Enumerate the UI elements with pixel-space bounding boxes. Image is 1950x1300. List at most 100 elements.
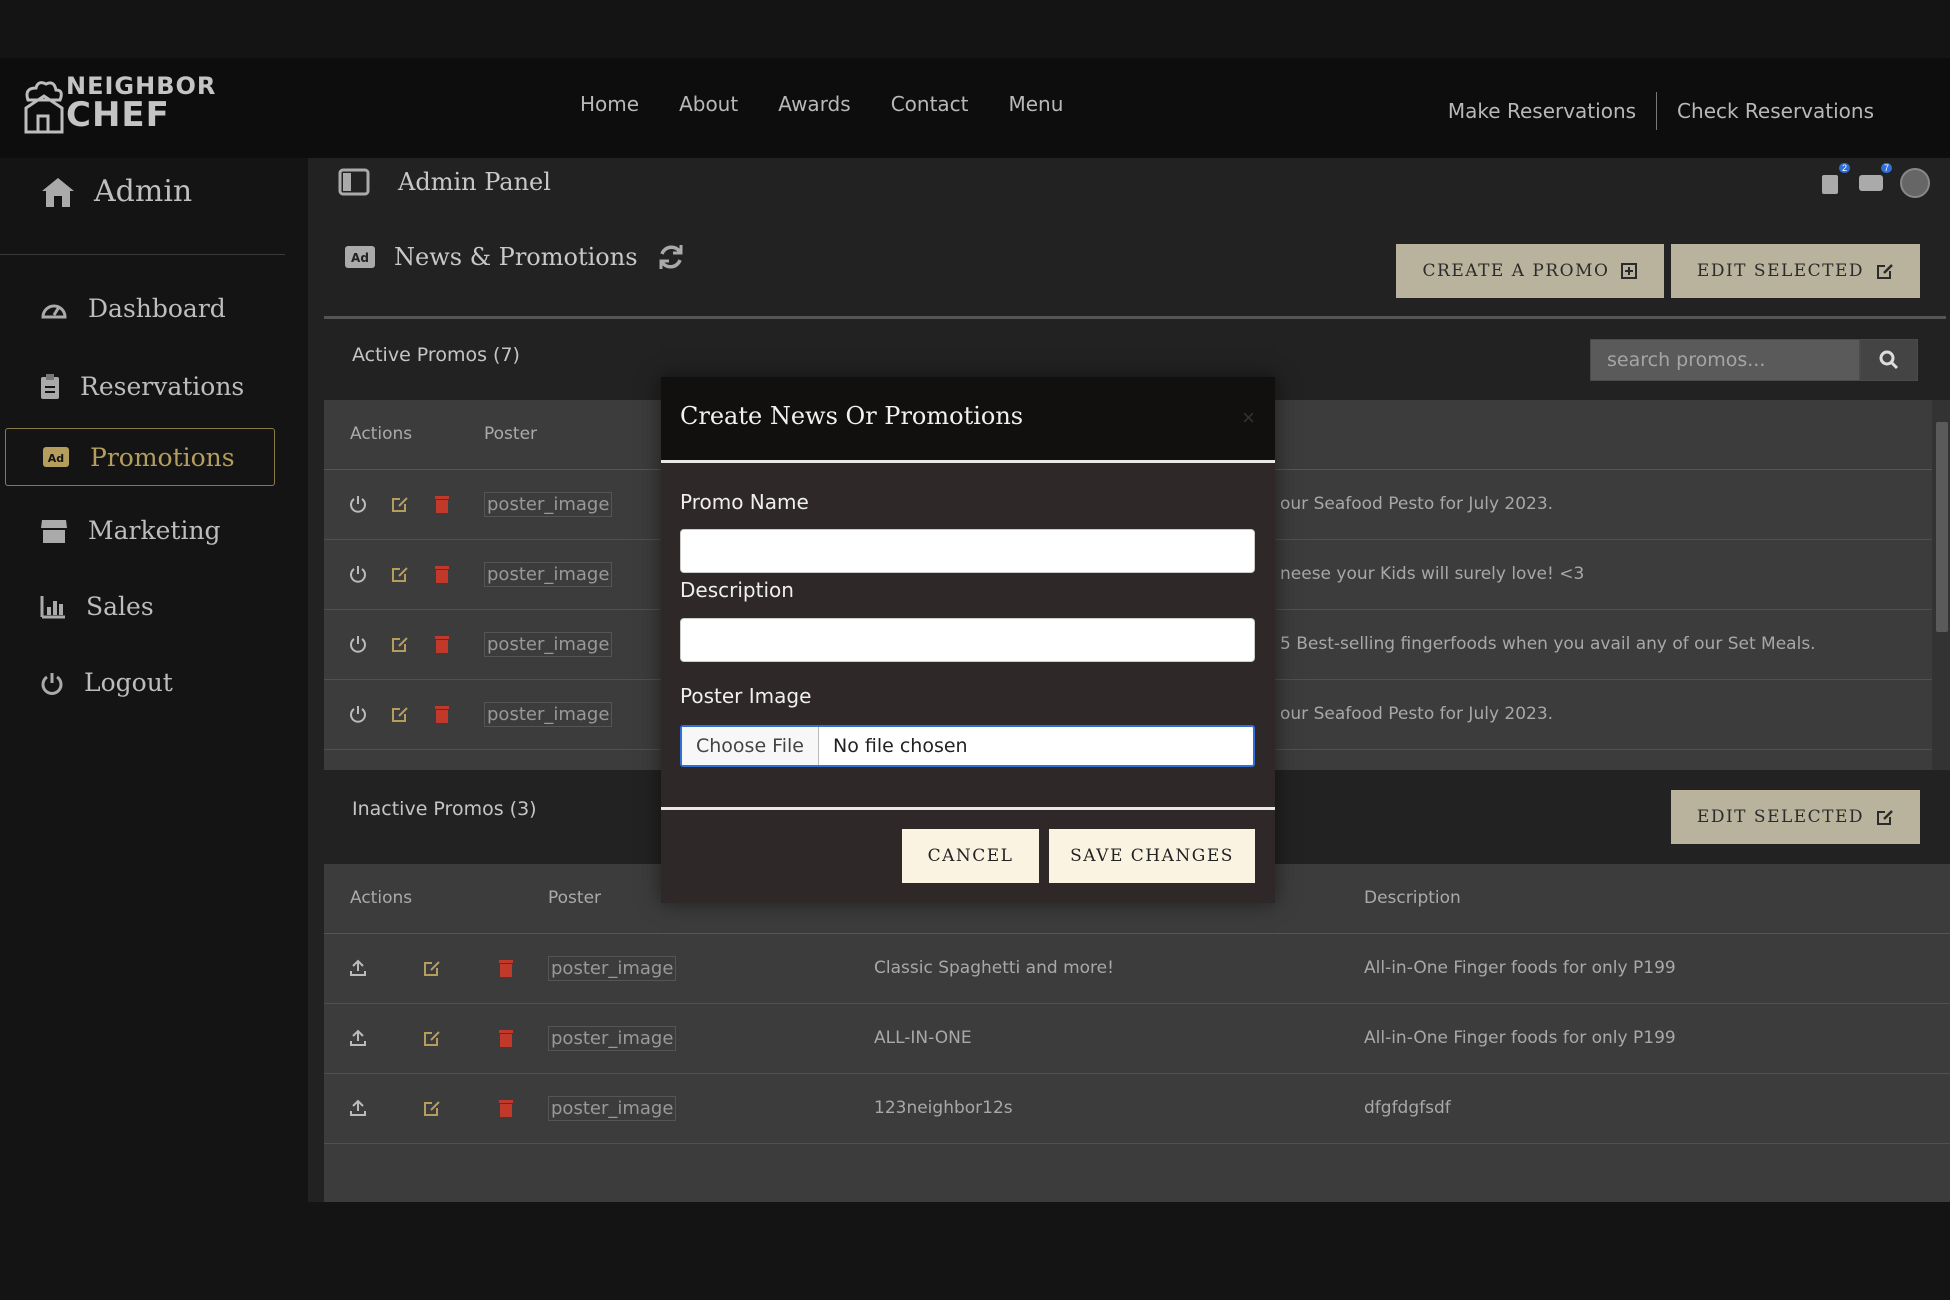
brand-line2: CHEF — [66, 95, 170, 135]
store-icon — [41, 519, 67, 543]
trash-icon[interactable] — [432, 704, 452, 724]
scrollbar[interactable] — [1932, 400, 1950, 770]
nav-make-reservations[interactable]: Make Reservations — [1448, 99, 1636, 123]
edit-icon[interactable] — [422, 1098, 442, 1118]
header-actions: Actions — [350, 888, 413, 908]
trash-icon[interactable] — [496, 1028, 516, 1048]
trash-icon[interactable] — [496, 1098, 516, 1118]
sidebar-item-sales[interactable]: Sales — [40, 592, 154, 621]
promo-name-input[interactable] — [680, 529, 1255, 573]
panel-header: Admin Panel — [338, 168, 551, 196]
edit-selected-label: EDIT SELECTED — [1696, 807, 1865, 827]
upload-icon[interactable] — [348, 1098, 368, 1118]
nav-check-reservations[interactable]: Check Reservations — [1677, 99, 1874, 123]
poster-image-label: Poster Image — [680, 684, 812, 708]
edit-icon[interactable] — [390, 704, 410, 724]
nav-about[interactable]: About — [679, 92, 738, 116]
clipboard-icon — [41, 373, 59, 399]
description-label: Description — [680, 578, 794, 602]
edit-icon[interactable] — [390, 494, 410, 514]
promo-description: our Seafood Pesto for July 2023. — [1280, 704, 1554, 724]
promo-messages-icon[interactable]: 7 — [1858, 163, 1892, 195]
file-status: No file chosen — [832, 735, 968, 757]
section-title: News & Promotions — [394, 243, 638, 271]
table-row[interactable]: poster_image 123neighbor12s dfgfdgfsdf — [324, 1074, 1950, 1144]
sidebar-title: Admin — [94, 174, 193, 209]
edit-icon[interactable] — [422, 1028, 442, 1048]
promo-description: All-in-One Finger foods for only P199 — [1364, 1028, 1676, 1048]
bottom-band — [0, 1202, 1950, 1300]
sidebar-item-promotions[interactable]: Ad Promotions — [5, 428, 275, 486]
poster-image: poster_image — [548, 956, 677, 981]
create-promo-modal: Create News Or Promotions × Promo Name D… — [661, 377, 1275, 903]
edit-icon — [1877, 810, 1893, 825]
sidebar-item-marketing[interactable]: Marketing — [40, 516, 221, 545]
choose-file-button[interactable]: Choose File — [682, 727, 819, 765]
promo-name-label: Promo Name — [680, 490, 809, 514]
bar-chart-icon — [40, 595, 65, 618]
promo-description: dfgfdgfsdf — [1364, 1098, 1451, 1118]
nav-home[interactable]: Home — [580, 92, 639, 116]
edit-selected-label: EDIT SELECTED — [1696, 261, 1865, 281]
search-input[interactable] — [1590, 339, 1860, 381]
sidebar-item-label: Promotions — [90, 442, 235, 472]
search-button[interactable] — [1860, 339, 1918, 381]
refresh-icon[interactable] — [656, 242, 686, 272]
trash-icon[interactable] — [496, 958, 516, 978]
nav-links: Home About Awards Contact Menu — [580, 92, 1063, 116]
gauge-icon — [41, 304, 67, 318]
brand-logo[interactable]: NEIGHBOR CHEF — [22, 72, 215, 142]
sidebar-divider — [0, 254, 285, 255]
power-icon[interactable] — [348, 494, 368, 514]
promo-description: 5 Best-selling fingerfoods when you avai… — [1280, 634, 1816, 654]
power-icon[interactable] — [348, 704, 368, 724]
table-row[interactable]: poster_image ALL-IN-ONE All-in-One Finge… — [324, 1004, 1950, 1074]
edit-icon[interactable] — [422, 958, 442, 978]
sidebar-item-label: Reservations — [80, 372, 245, 401]
trash-icon[interactable] — [432, 634, 452, 654]
edit-selected-inactive-button[interactable]: EDIT SELECTED — [1671, 790, 1920, 844]
trash-icon[interactable] — [432, 564, 452, 584]
scrollbar-thumb[interactable] — [1936, 422, 1948, 632]
edit-icon[interactable] — [390, 564, 410, 584]
sidebar-item-reservations[interactable]: Reservations — [40, 372, 244, 401]
poster-image: poster_image — [548, 1026, 677, 1051]
sidebar-toggle-icon[interactable] — [338, 168, 370, 196]
chef-house-icon — [24, 81, 64, 134]
modal-divider — [661, 807, 1275, 810]
poster-image: poster_image — [548, 1096, 677, 1121]
upload-icon[interactable] — [348, 958, 368, 978]
edit-selected-button[interactable]: EDIT SELECTED — [1671, 244, 1920, 298]
description-input[interactable] — [680, 618, 1255, 662]
trash-icon[interactable] — [432, 494, 452, 514]
save-changes-button[interactable]: SAVE CHANGES — [1049, 829, 1255, 883]
avatar[interactable] — [1900, 168, 1930, 198]
poster-image: poster_image — [484, 632, 613, 657]
nav-awards[interactable]: Awards — [778, 92, 850, 116]
top-icons: 2 7 — [1820, 163, 1930, 198]
sidebar-item-label: Logout — [84, 668, 173, 697]
sidebar-item-logout[interactable]: Logout — [40, 668, 173, 697]
sidebar-item-dashboard[interactable]: Dashboard — [40, 294, 226, 323]
promo-description: All-in-One Finger foods for only P199 — [1364, 958, 1676, 978]
create-promo-button[interactable]: CREATE A PROMO — [1396, 244, 1664, 298]
promo-description: our Seafood Pesto for July 2023. — [1280, 494, 1554, 514]
sidebar-header: Admin — [40, 174, 192, 209]
table-row[interactable]: poster_image Classic Spaghetti and more!… — [324, 934, 1950, 1004]
edit-icon[interactable] — [390, 634, 410, 654]
power-icon[interactable] — [348, 634, 368, 654]
section-divider — [324, 316, 1946, 319]
notifications-icon[interactable]: 2 — [1820, 163, 1850, 195]
nav-menu[interactable]: Menu — [1009, 92, 1064, 116]
upload-icon[interactable] — [348, 1028, 368, 1048]
header-actions: Actions — [350, 424, 413, 444]
close-icon[interactable]: × — [1242, 405, 1255, 431]
nav-contact[interactable]: Contact — [891, 92, 969, 116]
sidebar-item-label: Dashboard — [88, 294, 226, 323]
top-band — [0, 0, 1950, 58]
sidebar-item-label: Marketing — [88, 516, 221, 545]
poster-file-input[interactable]: Choose File No file chosen — [680, 725, 1255, 767]
cancel-button[interactable]: CANCEL — [902, 829, 1039, 883]
power-icon[interactable] — [348, 564, 368, 584]
modal-header: Create News Or Promotions × — [661, 377, 1275, 463]
